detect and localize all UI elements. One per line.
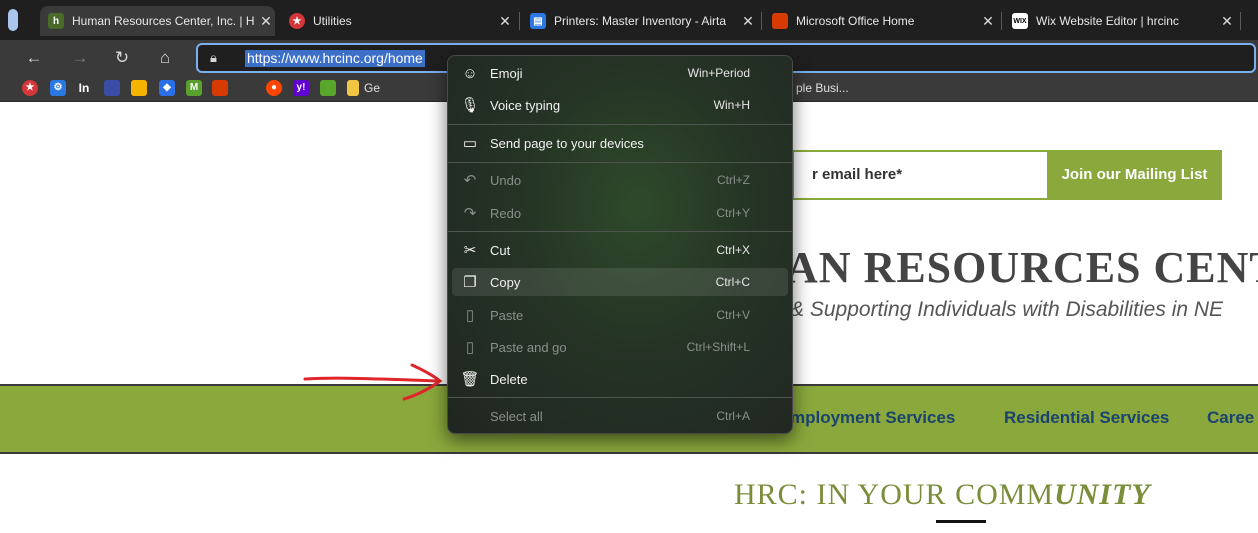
- menu-label: Paste: [490, 307, 524, 323]
- paste-icon: ▯: [465, 307, 475, 324]
- menu-label: Redo: [490, 205, 522, 221]
- menu-label: Undo: [490, 172, 522, 188]
- site-title: AN RESOURCES CENTI: [786, 243, 1258, 292]
- tab-office[interactable]: Microsoft Office Home ✕: [764, 6, 997, 36]
- close-icon[interactable]: ✕: [1218, 13, 1236, 30]
- wix-favicon-icon: WIX: [1012, 13, 1028, 29]
- heading-underline: [936, 520, 986, 523]
- menu-item-paste-and-go[interactable]: ▯ Paste and go Ctrl+Shift+L: [452, 333, 788, 361]
- menu-item-voice-typing[interactable]: 🎙︎ Voice typing Win+H: [452, 91, 788, 119]
- menu-item-paste[interactable]: ▯ Paste Ctrl+V: [452, 301, 788, 329]
- close-icon[interactable]: ✕: [979, 13, 997, 30]
- paste-go-icon: ▯: [465, 339, 475, 356]
- bookmark-dropbox-icon[interactable]: ◆: [159, 80, 175, 96]
- tab-wix[interactable]: WIX Wix Website Editor | hrcinc ✕: [1004, 6, 1236, 36]
- menu-shortcut: Win+H: [713, 98, 750, 112]
- bookmark-m-icon[interactable]: M: [186, 80, 202, 96]
- menu-shortcut: Win+Period: [687, 66, 750, 80]
- trash-icon: 🗑︎: [460, 371, 480, 388]
- utilities-favicon-icon: ★: [289, 13, 305, 29]
- menu-shortcut: Ctrl+Shift+L: [686, 340, 750, 354]
- menu-item-emoji[interactable]: ☺ Emoji Win+Period: [452, 59, 788, 87]
- heading-emphasis: UNITY: [1054, 478, 1151, 511]
- join-mailing-list-button[interactable]: Join our Mailing List: [1047, 150, 1222, 200]
- tab-label: Microsoft Office Home: [796, 14, 915, 28]
- tab-label: Wix Website Editor | hrcinc: [1036, 14, 1179, 28]
- bookmark-doc-icon[interactable]: [347, 80, 359, 96]
- microphone-icon: 🎙︎: [460, 97, 480, 114]
- site-tagline: & Supporting Individuals with Disabiliti…: [790, 298, 1224, 321]
- devices-icon: ▭: [462, 135, 478, 152]
- menu-item-redo[interactable]: ↷ Redo Ctrl+Y: [452, 199, 788, 227]
- menu-label: Emoji: [490, 65, 523, 81]
- menu-item-delete[interactable]: 🗑︎ Delete: [452, 365, 788, 393]
- bookmark-network-icon[interactable]: ⚙: [50, 80, 66, 96]
- bookmark-partial-label[interactable]: Ge: [364, 81, 380, 95]
- bookmark-airtable-icon[interactable]: [131, 80, 147, 96]
- menu-label: Select all: [490, 408, 543, 424]
- menu-item-undo[interactable]: ↶ Undo Ctrl+Z: [452, 166, 788, 194]
- menu-label: Copy: [490, 274, 521, 290]
- close-icon[interactable]: ✕: [257, 13, 275, 30]
- scissors-icon: ✂: [463, 242, 477, 259]
- context-menu: ☺ Emoji Win+Period 🎙︎ Voice typing Win+H…: [447, 55, 793, 434]
- heading-text: HRC: IN YOUR COMM: [734, 478, 1055, 511]
- printer-favicon-icon: ▤: [530, 13, 546, 29]
- tab-hrc[interactable]: h Human Resources Center, Inc. | H ✕: [40, 6, 275, 36]
- redo-icon: ↷: [463, 205, 477, 222]
- tab-label: Printers: Master Inventory - Airta: [554, 14, 727, 28]
- nav-careers[interactable]: Caree: [1207, 408, 1254, 428]
- tab-label: Human Resources Center, Inc. | H: [72, 14, 255, 28]
- bookmark-apple-icon[interactable]: [239, 80, 255, 96]
- menu-shortcut: Ctrl+X: [716, 243, 750, 257]
- nav-residential-services[interactable]: Residential Services: [1004, 408, 1169, 428]
- bookmark-owl-icon[interactable]: [320, 80, 336, 96]
- bookmark-partial-label[interactable]: ple Busi...: [796, 81, 849, 95]
- menu-item-select-all[interactable]: Select all Ctrl+A: [452, 402, 788, 430]
- menu-shortcut: Ctrl+Y: [716, 206, 750, 220]
- menu-shortcut: Ctrl+Z: [717, 173, 750, 187]
- office-favicon-icon: [772, 13, 788, 29]
- tab-label: Utilities: [313, 14, 352, 28]
- email-input[interactable]: r email here*: [792, 150, 1048, 200]
- section-heading: HRC: IN YOUR COMMUNITY: [734, 478, 1151, 512]
- menu-shortcut: Ctrl+C: [715, 275, 750, 289]
- red-annotation-arrow: [303, 363, 443, 401]
- menu-item-copy[interactable]: ❐ Copy Ctrl+C: [452, 268, 788, 296]
- menu-label: Voice typing: [490, 97, 561, 113]
- menu-label: Send page to your devices: [490, 135, 644, 151]
- forward-arrow-icon[interactable]: →: [68, 46, 92, 70]
- bookmark-in-link[interactable]: In: [76, 80, 92, 96]
- menu-label: Delete: [490, 371, 528, 387]
- close-icon[interactable]: ✕: [496, 13, 514, 30]
- menu-label: Cut: [490, 242, 511, 258]
- menu-item-cut[interactable]: ✂ Cut Ctrl+X: [452, 236, 788, 264]
- home-icon[interactable]: ⌂: [153, 46, 177, 70]
- bookmark-reddit-icon[interactable]: ●: [266, 80, 282, 96]
- url-text[interactable]: https://www.hrcinc.org/home: [245, 50, 425, 67]
- nav-employment-services[interactable]: mployment Services: [790, 408, 955, 428]
- bookmark-yahoo-icon[interactable]: y!: [293, 80, 309, 96]
- tab-strip: h Human Resources Center, Inc. | H ✕ ★ U…: [0, 0, 1258, 40]
- back-arrow-icon[interactable]: ←: [22, 46, 46, 70]
- close-icon[interactable]: ✕: [739, 13, 757, 30]
- tab-printers[interactable]: ▤ Printers: Master Inventory - Airta ✕: [522, 6, 757, 36]
- tab-utilities[interactable]: ★ Utilities ✕: [281, 6, 514, 36]
- sidebar-toggle-icon[interactable]: [8, 9, 18, 31]
- copy-icon: ❐: [463, 274, 477, 291]
- menu-label: Paste and go: [490, 339, 567, 355]
- bookmark-office-icon[interactable]: [212, 80, 228, 96]
- lock-icon[interactable]: 🔒︎: [210, 50, 217, 66]
- menu-item-send-page[interactable]: ▭ Send page to your devices: [452, 129, 788, 157]
- refresh-icon[interactable]: ↻: [110, 46, 134, 70]
- menu-shortcut: Ctrl+V: [716, 308, 750, 322]
- emoji-icon: ☺: [462, 64, 478, 82]
- bookmark-utilities-icon[interactable]: ★: [22, 80, 38, 96]
- undo-icon: ↶: [463, 172, 477, 189]
- bookmark-stripes-icon[interactable]: [104, 80, 120, 96]
- hrc-favicon-icon: h: [48, 13, 64, 29]
- menu-shortcut: Ctrl+A: [716, 409, 750, 423]
